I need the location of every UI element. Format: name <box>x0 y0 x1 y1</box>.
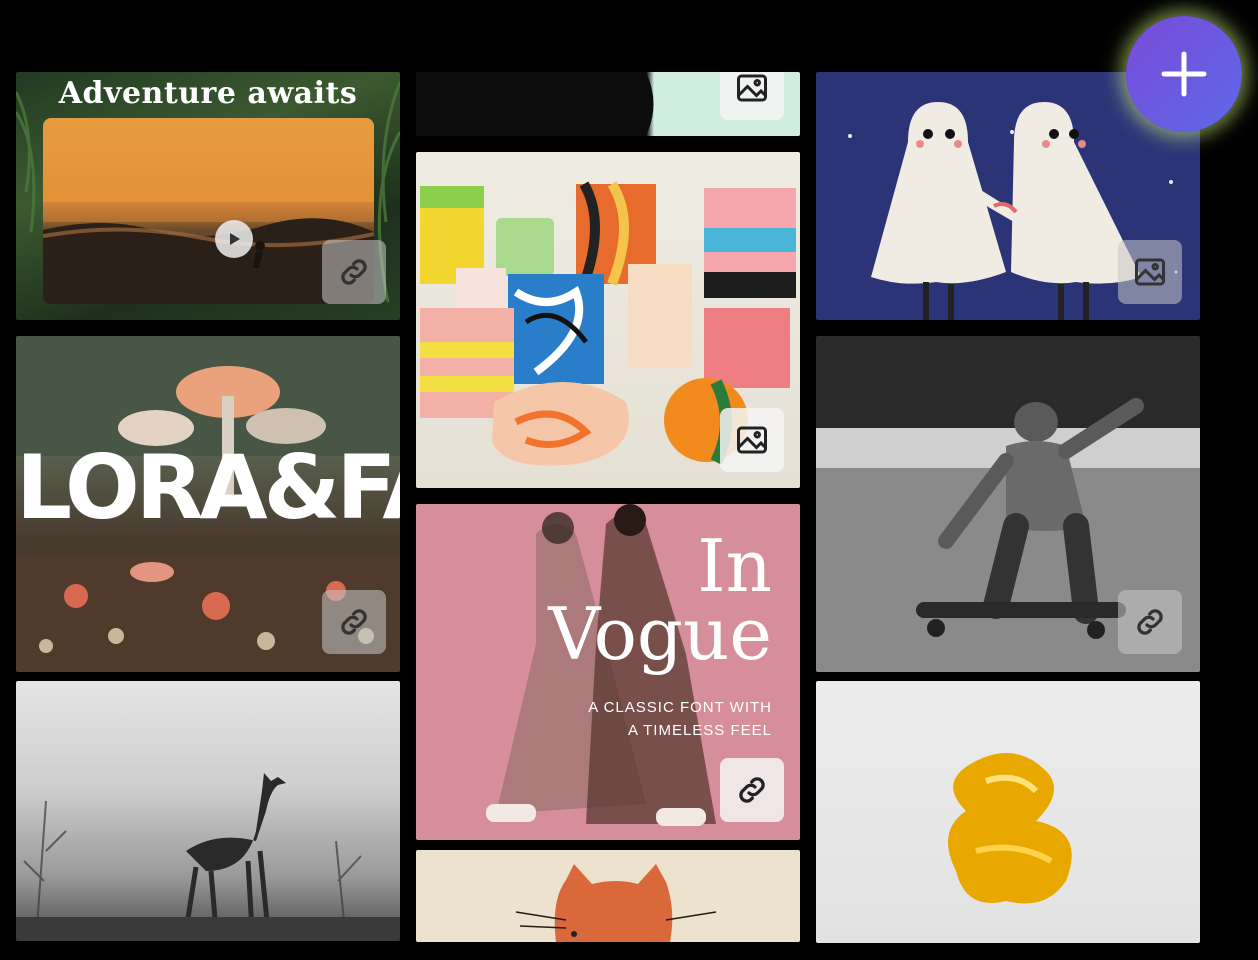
in-vogue-tile[interactable]: In Vogue A CLASSIC FONT WITH A TIMELESS … <box>416 504 800 840</box>
vogue-subtitle-1: A CLASSIC FONT WITH <box>588 699 772 716</box>
skateboarder-tile[interactable] <box>816 336 1200 672</box>
vogue-line-2: Vogue <box>548 592 772 676</box>
adventure-title: Adventure awaits <box>58 76 358 111</box>
link-icon[interactable] <box>1118 590 1182 654</box>
gold-shape-tile[interactable] <box>816 681 1200 943</box>
image-icon[interactable] <box>720 408 784 472</box>
cat-tile[interactable] <box>416 850 800 942</box>
flora-headline: LORA&FAUN <box>16 436 400 539</box>
play-icon[interactable] <box>215 220 253 258</box>
soaps-tile[interactable] <box>416 152 800 488</box>
plus-icon <box>1161 51 1207 97</box>
adventure-awaits-tile[interactable]: Adventure awaits <box>16 72 400 320</box>
flora-fauna-tile[interactable]: LORA&FAUN <box>16 336 400 672</box>
link-icon[interactable] <box>322 240 386 304</box>
link-icon[interactable] <box>720 758 784 822</box>
deer-tile[interactable] <box>16 681 400 941</box>
image-icon[interactable] <box>720 72 784 120</box>
vogue-subtitle-2: A TIMELESS FEEL <box>628 722 772 739</box>
link-icon[interactable] <box>322 590 386 654</box>
image-icon[interactable] <box>1118 240 1182 304</box>
strip-tile[interactable] <box>416 72 800 136</box>
add-button[interactable] <box>1126 16 1242 132</box>
